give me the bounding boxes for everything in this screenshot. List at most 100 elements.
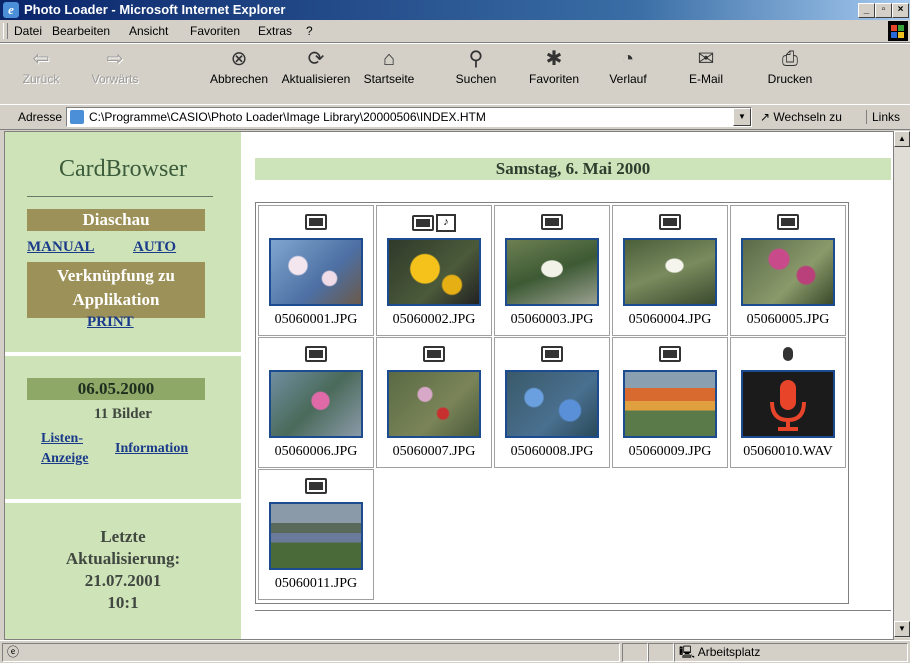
- thumbnail-image[interactable]: [505, 238, 599, 306]
- menu-ansicht[interactable]: Ansicht: [129, 24, 168, 38]
- image-icon: [305, 214, 327, 230]
- menu-favoriten[interactable]: Favoriten: [190, 24, 240, 38]
- back-button[interactable]: ⇦ Zurück: [18, 48, 64, 86]
- vertical-scrollbar[interactable]: ▲ ▼: [894, 131, 910, 638]
- sidebar: CardBrowser Diaschau MANUAL AUTO Verknüp…: [5, 132, 241, 639]
- thumbnail-cell[interactable]: 05060011.JPG: [258, 469, 374, 600]
- history-icon: ◔: [621, 48, 635, 70]
- file-name: 05060004.JPG: [628, 312, 712, 327]
- window-title: Photo Loader - Microsoft Internet Explor…: [24, 2, 286, 17]
- menu-datei[interactable]: Datei: [14, 24, 42, 38]
- thumbnail-image[interactable]: [505, 370, 599, 438]
- stop-button[interactable]: ⊗ Abbrechen: [206, 48, 272, 86]
- image-icon: [659, 214, 681, 230]
- page-icon: [70, 110, 84, 124]
- audio-thumbnail[interactable]: [741, 370, 835, 438]
- address-dropdown-icon[interactable]: ▼: [733, 108, 751, 126]
- toolbar: ⇦ Zurück ⇨ Vorwärts ⊗ Abbrechen ⟳ Aktualisie…: [0, 43, 910, 105]
- home-button[interactable]: ⌂ Startseite: [362, 48, 416, 86]
- menu-bearbeiten[interactable]: Bearbeiten: [52, 24, 110, 38]
- forward-button[interactable]: ⇨ Vorwärts: [80, 48, 150, 86]
- print-button[interactable]: ⎙ Drucken: [762, 48, 818, 86]
- thumbnail-cell[interactable]: ♪ 05060002.JPG: [376, 205, 492, 336]
- thumbnail-image[interactable]: [741, 238, 835, 306]
- thumbnail-image[interactable]: [623, 370, 717, 438]
- image-icon: [423, 346, 445, 362]
- zone-panel: 🖳 Arbeitsplatz: [674, 643, 908, 662]
- thumbnail-image[interactable]: [623, 238, 717, 306]
- last-update-label: Letzte Aktualisierung:: [65, 527, 181, 568]
- go-button[interactable]: ↗ Wechseln zu: [760, 110, 842, 124]
- refresh-button[interactable]: ⟳ Aktualisieren: [276, 48, 356, 86]
- content-divider: [255, 610, 891, 611]
- refresh-icon: ⟳: [307, 48, 325, 70]
- links-button[interactable]: Links: [866, 110, 900, 124]
- mail-button[interactable]: ✉ E-Mail: [684, 48, 728, 86]
- menu-grip: [3, 23, 8, 39]
- file-name: 05060002.JPG: [392, 312, 476, 327]
- image-count: 11 Bilder: [94, 406, 152, 422]
- status-panel: [648, 643, 674, 662]
- back-arrow-icon: ⇦: [32, 48, 50, 70]
- thumbnail-cell[interactable]: 05060006.JPG: [258, 337, 374, 468]
- history-button[interactable]: ◔ Verlauf: [604, 48, 652, 86]
- last-update-date: 21.07.2001: [84, 571, 162, 590]
- minimize-button[interactable]: _: [858, 3, 875, 18]
- thumbnail-image[interactable]: [387, 370, 481, 438]
- search-button[interactable]: ⚲ Suchen: [452, 48, 500, 86]
- favorites-button[interactable]: ✱ Favoriten: [524, 48, 584, 86]
- date-header: Samstag, 6. Mai 2000: [255, 158, 891, 180]
- slideshow-header: Diaschau: [27, 209, 205, 231]
- file-name: 05060003.JPG: [510, 312, 594, 327]
- status-panel: [622, 643, 648, 662]
- microphone-large-icon: [770, 380, 806, 431]
- menu-help[interactable]: ?: [306, 24, 313, 38]
- window-title-bar: e Photo Loader - Microsoft Internet Expl…: [0, 0, 910, 20]
- forward-arrow-icon: ⇨: [106, 48, 124, 70]
- main-area: Samstag, 6. Mai 2000 05060001.JPG ♪ 0506…: [241, 132, 893, 639]
- file-name: 05060006.JPG: [274, 444, 358, 459]
- address-input[interactable]: C:\Programme\CASIO\Photo Loader\Image Li…: [66, 107, 752, 127]
- printer-icon: ⎙: [782, 48, 798, 70]
- stop-icon: ⊗: [230, 48, 248, 70]
- thumbnail-cell[interactable]: 05060001.JPG: [258, 205, 374, 336]
- menu-extras[interactable]: Extras: [258, 24, 292, 38]
- date-band: 06.05.2000: [27, 378, 205, 400]
- thumbnail-cell[interactable]: 05060008.JPG: [494, 337, 610, 468]
- print-link[interactable]: PRINT: [87, 314, 134, 331]
- information-link[interactable]: Information: [115, 441, 188, 457]
- sidebar-separator: [5, 499, 241, 503]
- thumbnail-cell[interactable]: 05060004.JPG: [612, 205, 728, 336]
- thumbnail-grid: 05060001.JPG ♪ 05060002.JPG 05060003.JPG…: [255, 202, 849, 604]
- close-button[interactable]: ×: [892, 3, 909, 18]
- music-note-icon: ♪: [436, 214, 456, 232]
- list-view-link[interactable]: Listen-Anzeige: [41, 429, 101, 469]
- image-icon: [777, 214, 799, 230]
- search-icon: ⚲: [468, 48, 484, 70]
- thumbnail-image[interactable]: [387, 238, 481, 306]
- go-arrow-icon: ↗: [760, 110, 771, 124]
- title-divider: [27, 196, 213, 197]
- manual-link[interactable]: MANUAL: [27, 239, 95, 256]
- file-name: 05060005.JPG: [746, 312, 830, 327]
- thumbnail-image[interactable]: [269, 370, 363, 438]
- thumbnail-image[interactable]: [269, 238, 363, 306]
- thumbnail-cell[interactable]: 05060010.WAV: [730, 337, 846, 468]
- auto-link[interactable]: AUTO: [133, 239, 176, 256]
- scroll-up-icon[interactable]: ▲: [894, 131, 910, 147]
- thumbnail-cell[interactable]: 05060007.JPG: [376, 337, 492, 468]
- thumbnail-image[interactable]: [269, 502, 363, 570]
- thumbnail-cell[interactable]: 05060003.JPG: [494, 205, 610, 336]
- image-icon: [305, 346, 327, 362]
- microphone-icon: [783, 346, 793, 361]
- scroll-down-icon[interactable]: ▼: [894, 621, 910, 637]
- last-update: Letzte Aktualisierung: 21.07.2001 10:1: [5, 526, 241, 614]
- thumbnail-cell[interactable]: 05060009.JPG: [612, 337, 728, 468]
- last-update-time: 10:1: [107, 593, 139, 612]
- cardbrowser-title: CardBrowser: [59, 156, 187, 182]
- status-main: ⓔ: [2, 643, 620, 662]
- address-bar: Adresse C:\Programme\CASIO\Photo Loader\…: [0, 104, 910, 130]
- image-icon: [659, 346, 681, 362]
- maximize-button[interactable]: ▫: [875, 3, 892, 18]
- thumbnail-cell[interactable]: 05060005.JPG: [730, 205, 846, 336]
